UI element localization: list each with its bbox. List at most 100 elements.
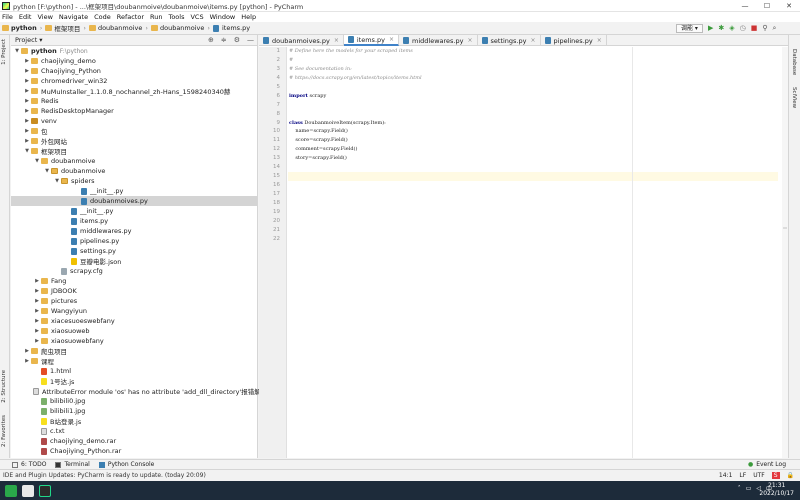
stop-icon[interactable]: ■ [751,24,758,33]
code-line[interactable]: # Define here the models for your scrape… [288,47,778,56]
tree-item[interactable]: ▶ venv [11,116,257,126]
input-method-icon[interactable]: S [771,472,780,479]
tree-item[interactable]: ▼ doubanmoive [11,166,257,176]
event-log-button[interactable]: ● Event Log [748,461,786,468]
tree-item[interactable]: __init__.py [11,206,257,216]
debug-icon[interactable]: ✱ [718,24,724,33]
tree-item[interactable]: ▶ chaojiying_demo [11,56,257,66]
vcs-icon[interactable]: ⚲ [762,24,767,33]
search-icon[interactable]: ⌕ [773,24,777,33]
chevron-right-icon[interactable]: ▶ [33,288,41,294]
tree-item[interactable]: ▶ xiaosuoweb [11,326,257,336]
tree-item[interactable]: ▼ spiders [11,176,257,186]
tool-tab-todo[interactable]: 6: TODO [12,461,46,468]
tree-item[interactable]: ▼ python F:\python [11,46,257,56]
code-line[interactable] [288,83,778,92]
editor-tab[interactable]: settings.py × [478,35,541,46]
chevron-down-icon[interactable]: ▼ [53,178,61,184]
chevron-right-icon[interactable]: ▶ [23,118,31,124]
breadcrumb-item[interactable]: python › [2,24,42,32]
tree-item[interactable]: Chaojiying_Python.rar [11,446,257,456]
file-encoding[interactable]: UTF [753,472,765,479]
close-tab-icon[interactable]: × [334,37,339,44]
menu-view[interactable]: View [37,13,52,21]
code-line[interactable]: story=scrapy.Field() [288,154,778,163]
tree-item[interactable]: 豆瓣电影.json [11,256,257,266]
tree-item[interactable]: ▶ 包 [11,126,257,136]
tree-item[interactable]: ▼ doubanmoive [11,156,257,166]
tree-item[interactable]: items.py [11,216,257,226]
tree-item[interactable]: chaojiying_demo.rar [11,436,257,446]
tree-item[interactable]: B站登录.js [11,416,257,426]
chevron-right-icon[interactable]: ▶ [23,128,31,134]
run-icon[interactable]: ▶ [708,24,713,33]
chevron-right-icon[interactable]: ▶ [33,338,41,344]
menu-file[interactable]: File [2,13,13,21]
tree-item[interactable]: scrapy.cfg [11,266,257,276]
editor-tab[interactable]: middlewares.py × [399,35,478,46]
chevron-down-icon[interactable]: ▼ [43,168,51,174]
code-line[interactable]: comment=scrapy.Field() [288,145,778,154]
tool-tab-python-console[interactable]: Python Console [98,461,154,468]
tree-item[interactable]: doubanmoives.py [11,196,257,206]
editor-tab[interactable]: pipelines.py × [541,35,607,46]
chevron-right-icon[interactable]: ▶ [23,58,31,64]
chevron-right-icon[interactable]: ▶ [33,328,41,334]
tree-item[interactable]: middlewares.py [11,226,257,236]
pycharm-icon[interactable] [39,484,51,497]
code-line[interactable]: name=scrapy.Field() [288,127,778,136]
chevron-right-icon[interactable]: ▶ [23,348,31,354]
close-tab-icon[interactable]: × [530,37,535,44]
status-message[interactable]: IDE and Plugin Updates: PyCharm is ready… [3,472,206,479]
menu-run[interactable]: Run [150,13,162,21]
chevron-right-icon[interactable]: ▶ [23,358,31,364]
code-line[interactable] [288,226,778,235]
code-line[interactable] [288,199,778,208]
code-line[interactable]: # [288,56,778,65]
tree-item[interactable]: AttributeError module 'os' has no attrib… [11,386,291,396]
tree-item[interactable]: ▶ Wangyiyun [11,306,257,316]
coverage-icon[interactable]: ◈ [729,24,734,33]
tree-item[interactable]: ▶ Fang [11,276,257,286]
menu-navigate[interactable]: Navigate [59,13,88,21]
code-line[interactable]: class DoubanmoiveItem(scrapy.Item): [288,119,778,128]
tree-item[interactable]: ▼ 框架项目 [11,146,257,156]
tree-item[interactable]: ▶ pictures [11,296,257,306]
breadcrumb-item[interactable]: 框架项目 › [45,23,86,33]
tree-item[interactable]: ▶ Redis [11,96,257,106]
chevron-right-icon[interactable]: ▶ [33,278,41,284]
tool-tab-structure[interactable]: 2: Structure [1,370,7,403]
close-button[interactable]: ✕ [778,0,800,12]
tree-item[interactable]: ▶ JDBOOK [11,286,257,296]
tool-tab-sciview[interactable]: SciView [791,87,797,108]
app-icon[interactable] [5,484,17,497]
breadcrumb-item[interactable]: doubanmoive › [150,24,210,32]
chevron-right-icon[interactable]: ▶ [23,68,31,74]
tool-tab-project[interactable]: 1: Project [1,39,7,65]
code-area[interactable]: # Define here the models for your scrape… [288,47,778,458]
breadcrumb-item[interactable]: doubanmoive › [88,24,148,32]
code-line[interactable] [288,172,778,182]
tree-item[interactable]: ▶ 外包网站 [11,136,257,146]
code-line[interactable] [288,163,778,172]
code-line[interactable] [288,190,778,199]
tree-item[interactable]: ▶ xiaosuowebfany [11,336,257,346]
maximize-button[interactable]: ☐ [756,0,778,12]
chevron-right-icon[interactable]: ▶ [23,108,31,114]
menu-tools[interactable]: Tools [168,13,184,21]
app-icon[interactable] [22,484,34,497]
tree-item[interactable]: 1.html [11,366,257,376]
code-line[interactable]: import scrapy [288,92,778,101]
tree-item[interactable]: 1号达.js [11,376,257,386]
profile-icon[interactable]: ◷ [740,24,746,33]
code-line[interactable] [288,181,778,190]
menu-window[interactable]: Window [210,13,236,21]
editor-tab[interactable]: doubanmoives.py × [259,35,344,46]
tool-tab-terminal[interactable]: Terminal [55,461,90,468]
chevron-right-icon[interactable]: ▶ [23,138,31,144]
minimize-button[interactable]: — [734,0,756,12]
menu-code[interactable]: Code [94,13,111,21]
code-line[interactable]: score=scrapy.Field() [288,136,778,145]
code-line[interactable]: # https://docs.scrapy.org/en/latest/topi… [288,74,778,83]
chevron-down-icon[interactable]: ▼ [23,148,31,154]
